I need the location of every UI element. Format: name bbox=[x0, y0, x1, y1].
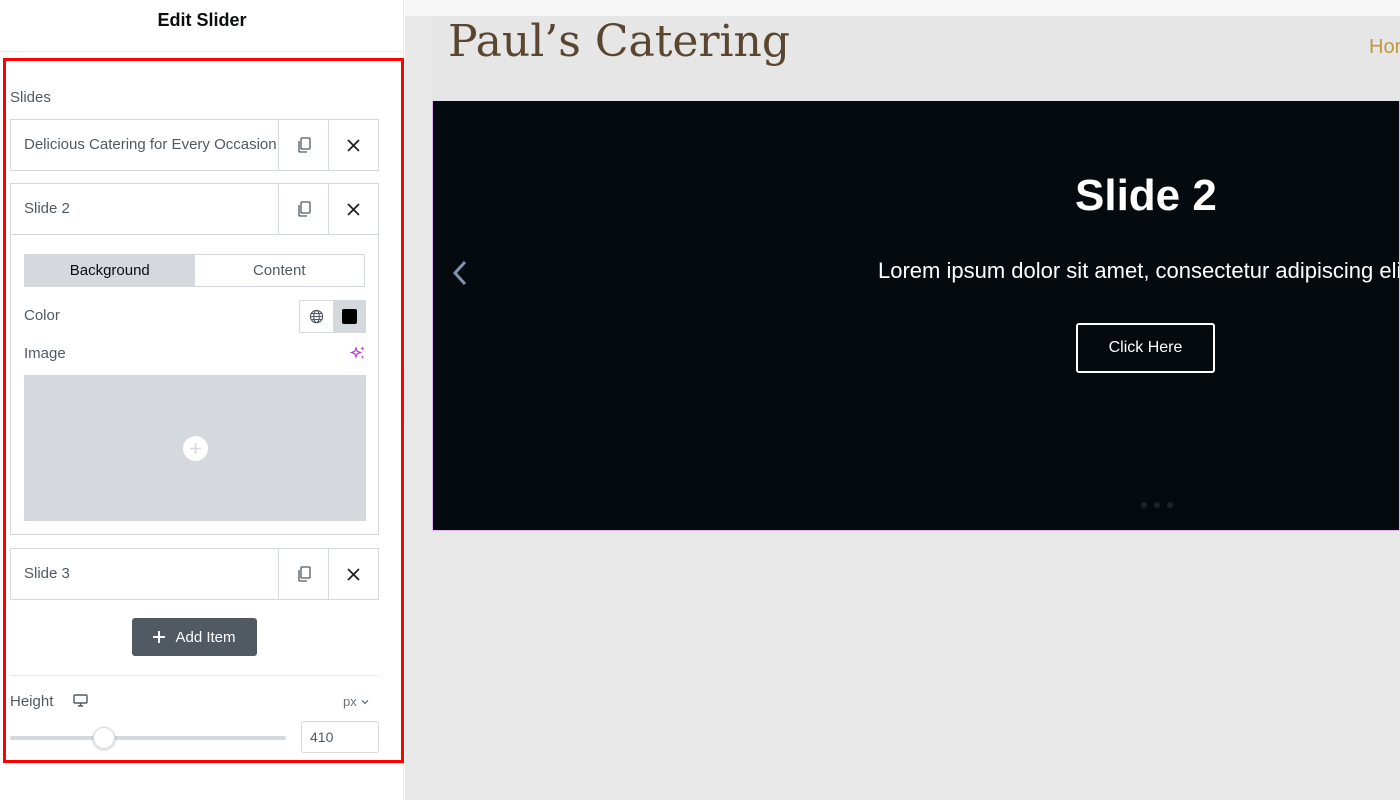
pagination-dot[interactable] bbox=[1154, 502, 1160, 508]
desktop-icon[interactable] bbox=[73, 694, 88, 712]
color-picker[interactable] bbox=[332, 301, 365, 332]
image-chooser[interactable] bbox=[24, 375, 366, 521]
height-input[interactable]: 410 bbox=[301, 721, 379, 753]
tab-content[interactable]: Content bbox=[195, 255, 365, 286]
duplicate-icon[interactable] bbox=[278, 184, 328, 234]
duplicate-icon[interactable] bbox=[278, 120, 328, 170]
slide-heading: Slide 2 bbox=[1075, 171, 1217, 220]
editor-panel: Edit Slider Slides Delicious Catering fo… bbox=[0, 0, 404, 800]
slide-item-1[interactable]: Delicious Catering for Every Occasion bbox=[10, 119, 379, 171]
plus-icon[interactable] bbox=[182, 435, 208, 461]
slide-item-title[interactable]: Delicious Catering for Every Occasion bbox=[24, 136, 277, 153]
slide-item-2[interactable]: Slide 2 bbox=[10, 183, 379, 235]
add-item-label: Add Item bbox=[175, 628, 236, 646]
pagination-dot[interactable] bbox=[1141, 502, 1147, 508]
slider-widget[interactable]: Slide 2 Lorem ipsum dolor sit amet, cons… bbox=[432, 101, 1400, 531]
divider bbox=[10, 675, 379, 676]
unit-select[interactable]: px bbox=[343, 694, 369, 709]
slider-handle[interactable] bbox=[93, 727, 116, 749]
panel-header: Edit Slider bbox=[0, 0, 404, 52]
slide-item-3[interactable]: Slide 3 bbox=[10, 548, 379, 600]
height-slider[interactable] bbox=[10, 727, 286, 749]
panel-title: Edit Slider bbox=[157, 10, 247, 30]
close-icon[interactable] bbox=[328, 120, 378, 170]
page-preview: Paul’s Catering Hor Slide 2 Lorem ipsum … bbox=[405, 0, 1400, 800]
slides-label: Slides bbox=[10, 89, 51, 106]
unit-value: px bbox=[343, 694, 357, 709]
chevron-down-icon bbox=[361, 699, 369, 704]
site-header: Paul’s Catering Hor bbox=[432, 16, 1400, 101]
slide-button[interactable]: Click Here bbox=[1076, 323, 1215, 373]
background-content-tabs: Background Content bbox=[24, 254, 365, 287]
color-label: Color bbox=[24, 307, 60, 324]
slide-2-settings: Background Content Color Image bbox=[10, 234, 379, 535]
pagination-dot[interactable] bbox=[1167, 502, 1173, 508]
preview-topbar bbox=[405, 0, 1400, 16]
slide-item-title[interactable]: Slide 2 bbox=[24, 200, 70, 217]
ai-sparkle-icon[interactable] bbox=[349, 345, 366, 366]
site-logo[interactable]: Paul’s Catering bbox=[448, 16, 790, 67]
plus-icon bbox=[153, 631, 166, 643]
tab-background[interactable]: Background bbox=[25, 255, 195, 286]
slide-description: Lorem ipsum dolor sit amet, consectetur … bbox=[878, 258, 1400, 283]
duplicate-icon[interactable] bbox=[278, 549, 328, 599]
chevron-left-icon[interactable] bbox=[451, 259, 471, 292]
close-icon[interactable] bbox=[328, 184, 378, 234]
add-item-button[interactable]: Add Item bbox=[132, 618, 257, 656]
color-control bbox=[299, 300, 366, 333]
close-icon[interactable] bbox=[328, 549, 378, 599]
globe-icon[interactable] bbox=[300, 301, 333, 332]
image-label: Image bbox=[24, 345, 66, 362]
color-swatch[interactable] bbox=[341, 309, 357, 324]
nav-item-home[interactable]: Hor bbox=[1369, 36, 1400, 59]
slide-item-title[interactable]: Slide 3 bbox=[24, 565, 70, 582]
height-label: Height bbox=[10, 693, 54, 710]
